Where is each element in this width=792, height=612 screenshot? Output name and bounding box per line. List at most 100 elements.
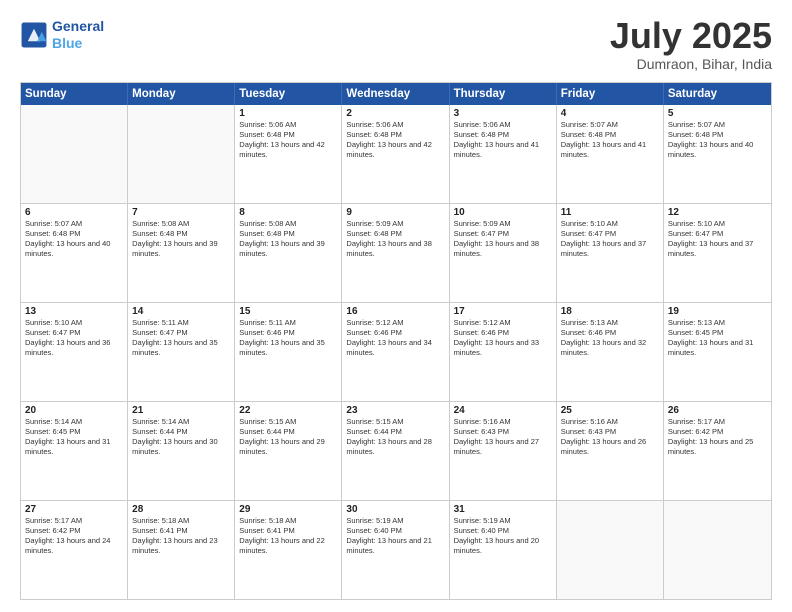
cal-cell-2-3: 16Sunrise: 5:12 AMSunset: 6:46 PMDayligh…	[342, 303, 449, 401]
cell-daylight-info: Sunrise: 5:10 AMSunset: 6:47 PMDaylight:…	[25, 318, 123, 359]
cal-cell-0-0	[21, 105, 128, 203]
day-number: 19	[668, 306, 767, 317]
cal-cell-1-1: 7Sunrise: 5:08 AMSunset: 6:48 PMDaylight…	[128, 204, 235, 302]
day-number: 1	[239, 108, 337, 119]
cal-cell-3-5: 25Sunrise: 5:16 AMSunset: 6:43 PMDayligh…	[557, 402, 664, 500]
cal-cell-0-5: 4Sunrise: 5:07 AMSunset: 6:48 PMDaylight…	[557, 105, 664, 203]
title-block: July 2025 Dumraon, Bihar, India	[610, 18, 772, 72]
cal-cell-4-4: 31Sunrise: 5:19 AMSunset: 6:40 PMDayligh…	[450, 501, 557, 599]
day-number: 24	[454, 405, 552, 416]
day-number: 23	[346, 405, 444, 416]
cell-daylight-info: Sunrise: 5:17 AMSunset: 6:42 PMDaylight:…	[25, 516, 123, 557]
day-number: 17	[454, 306, 552, 317]
cell-daylight-info: Sunrise: 5:11 AMSunset: 6:47 PMDaylight:…	[132, 318, 230, 359]
cal-cell-1-6: 12Sunrise: 5:10 AMSunset: 6:47 PMDayligh…	[664, 204, 771, 302]
header: General Blue July 2025 Dumraon, Bihar, I…	[20, 18, 772, 72]
cal-cell-0-4: 3Sunrise: 5:06 AMSunset: 6:48 PMDaylight…	[450, 105, 557, 203]
header-wednesday: Wednesday	[342, 83, 449, 105]
cal-cell-0-2: 1Sunrise: 5:06 AMSunset: 6:48 PMDaylight…	[235, 105, 342, 203]
cell-daylight-info: Sunrise: 5:07 AMSunset: 6:48 PMDaylight:…	[561, 120, 659, 161]
cal-cell-3-0: 20Sunrise: 5:14 AMSunset: 6:45 PMDayligh…	[21, 402, 128, 500]
cell-daylight-info: Sunrise: 5:16 AMSunset: 6:43 PMDaylight:…	[561, 417, 659, 458]
day-number: 18	[561, 306, 659, 317]
page: General Blue July 2025 Dumraon, Bihar, I…	[0, 0, 792, 612]
day-number: 21	[132, 405, 230, 416]
cal-cell-2-4: 17Sunrise: 5:12 AMSunset: 6:46 PMDayligh…	[450, 303, 557, 401]
cal-cell-4-0: 27Sunrise: 5:17 AMSunset: 6:42 PMDayligh…	[21, 501, 128, 599]
calendar: Sunday Monday Tuesday Wednesday Thursday…	[20, 82, 772, 600]
day-number: 10	[454, 207, 552, 218]
cell-daylight-info: Sunrise: 5:09 AMSunset: 6:47 PMDaylight:…	[454, 219, 552, 260]
cell-daylight-info: Sunrise: 5:16 AMSunset: 6:43 PMDaylight:…	[454, 417, 552, 458]
day-number: 2	[346, 108, 444, 119]
day-number: 16	[346, 306, 444, 317]
cell-daylight-info: Sunrise: 5:14 AMSunset: 6:44 PMDaylight:…	[132, 417, 230, 458]
cell-daylight-info: Sunrise: 5:18 AMSunset: 6:41 PMDaylight:…	[239, 516, 337, 557]
cell-daylight-info: Sunrise: 5:08 AMSunset: 6:48 PMDaylight:…	[239, 219, 337, 260]
cal-cell-4-1: 28Sunrise: 5:18 AMSunset: 6:41 PMDayligh…	[128, 501, 235, 599]
cal-cell-3-6: 26Sunrise: 5:17 AMSunset: 6:42 PMDayligh…	[664, 402, 771, 500]
cell-daylight-info: Sunrise: 5:08 AMSunset: 6:48 PMDaylight:…	[132, 219, 230, 260]
header-thursday: Thursday	[450, 83, 557, 105]
cell-daylight-info: Sunrise: 5:07 AMSunset: 6:48 PMDaylight:…	[668, 120, 767, 161]
header-saturday: Saturday	[664, 83, 771, 105]
day-number: 11	[561, 207, 659, 218]
day-number: 13	[25, 306, 123, 317]
cal-cell-3-4: 24Sunrise: 5:16 AMSunset: 6:43 PMDayligh…	[450, 402, 557, 500]
calendar-header: Sunday Monday Tuesday Wednesday Thursday…	[21, 83, 771, 105]
cell-daylight-info: Sunrise: 5:06 AMSunset: 6:48 PMDaylight:…	[346, 120, 444, 161]
cal-cell-1-5: 11Sunrise: 5:10 AMSunset: 6:47 PMDayligh…	[557, 204, 664, 302]
header-monday: Monday	[128, 83, 235, 105]
logo-icon	[20, 21, 48, 49]
week-row-3: 20Sunrise: 5:14 AMSunset: 6:45 PMDayligh…	[21, 402, 771, 501]
cal-cell-3-1: 21Sunrise: 5:14 AMSunset: 6:44 PMDayligh…	[128, 402, 235, 500]
cal-cell-0-1	[128, 105, 235, 203]
cell-daylight-info: Sunrise: 5:06 AMSunset: 6:48 PMDaylight:…	[454, 120, 552, 161]
header-sunday: Sunday	[21, 83, 128, 105]
cell-daylight-info: Sunrise: 5:15 AMSunset: 6:44 PMDaylight:…	[239, 417, 337, 458]
cal-cell-0-3: 2Sunrise: 5:06 AMSunset: 6:48 PMDaylight…	[342, 105, 449, 203]
day-number: 31	[454, 504, 552, 515]
day-number: 5	[668, 108, 767, 119]
cal-cell-2-1: 14Sunrise: 5:11 AMSunset: 6:47 PMDayligh…	[128, 303, 235, 401]
cell-daylight-info: Sunrise: 5:06 AMSunset: 6:48 PMDaylight:…	[239, 120, 337, 161]
logo-text: General Blue	[52, 18, 104, 52]
day-number: 27	[25, 504, 123, 515]
day-number: 7	[132, 207, 230, 218]
cal-cell-4-2: 29Sunrise: 5:18 AMSunset: 6:41 PMDayligh…	[235, 501, 342, 599]
day-number: 25	[561, 405, 659, 416]
day-number: 28	[132, 504, 230, 515]
cell-daylight-info: Sunrise: 5:09 AMSunset: 6:48 PMDaylight:…	[346, 219, 444, 260]
cell-daylight-info: Sunrise: 5:10 AMSunset: 6:47 PMDaylight:…	[561, 219, 659, 260]
week-row-4: 27Sunrise: 5:17 AMSunset: 6:42 PMDayligh…	[21, 501, 771, 599]
day-number: 9	[346, 207, 444, 218]
cal-cell-0-6: 5Sunrise: 5:07 AMSunset: 6:48 PMDaylight…	[664, 105, 771, 203]
cell-daylight-info: Sunrise: 5:13 AMSunset: 6:45 PMDaylight:…	[668, 318, 767, 359]
week-row-1: 6Sunrise: 5:07 AMSunset: 6:48 PMDaylight…	[21, 204, 771, 303]
cal-cell-4-6	[664, 501, 771, 599]
cal-cell-1-3: 9Sunrise: 5:09 AMSunset: 6:48 PMDaylight…	[342, 204, 449, 302]
week-row-2: 13Sunrise: 5:10 AMSunset: 6:47 PMDayligh…	[21, 303, 771, 402]
cell-daylight-info: Sunrise: 5:13 AMSunset: 6:46 PMDaylight:…	[561, 318, 659, 359]
day-number: 12	[668, 207, 767, 218]
cell-daylight-info: Sunrise: 5:12 AMSunset: 6:46 PMDaylight:…	[454, 318, 552, 359]
cell-daylight-info: Sunrise: 5:19 AMSunset: 6:40 PMDaylight:…	[346, 516, 444, 557]
day-number: 8	[239, 207, 337, 218]
day-number: 4	[561, 108, 659, 119]
cal-cell-1-2: 8Sunrise: 5:08 AMSunset: 6:48 PMDaylight…	[235, 204, 342, 302]
cal-cell-4-3: 30Sunrise: 5:19 AMSunset: 6:40 PMDayligh…	[342, 501, 449, 599]
cal-cell-3-3: 23Sunrise: 5:15 AMSunset: 6:44 PMDayligh…	[342, 402, 449, 500]
cal-cell-1-4: 10Sunrise: 5:09 AMSunset: 6:47 PMDayligh…	[450, 204, 557, 302]
cell-daylight-info: Sunrise: 5:19 AMSunset: 6:40 PMDaylight:…	[454, 516, 552, 557]
cal-cell-2-5: 18Sunrise: 5:13 AMSunset: 6:46 PMDayligh…	[557, 303, 664, 401]
cell-daylight-info: Sunrise: 5:17 AMSunset: 6:42 PMDaylight:…	[668, 417, 767, 458]
week-row-0: 1Sunrise: 5:06 AMSunset: 6:48 PMDaylight…	[21, 105, 771, 204]
day-number: 30	[346, 504, 444, 515]
day-number: 29	[239, 504, 337, 515]
day-number: 3	[454, 108, 552, 119]
calendar-body: 1Sunrise: 5:06 AMSunset: 6:48 PMDaylight…	[21, 105, 771, 599]
cell-daylight-info: Sunrise: 5:12 AMSunset: 6:46 PMDaylight:…	[346, 318, 444, 359]
header-friday: Friday	[557, 83, 664, 105]
cell-daylight-info: Sunrise: 5:15 AMSunset: 6:44 PMDaylight:…	[346, 417, 444, 458]
day-number: 20	[25, 405, 123, 416]
